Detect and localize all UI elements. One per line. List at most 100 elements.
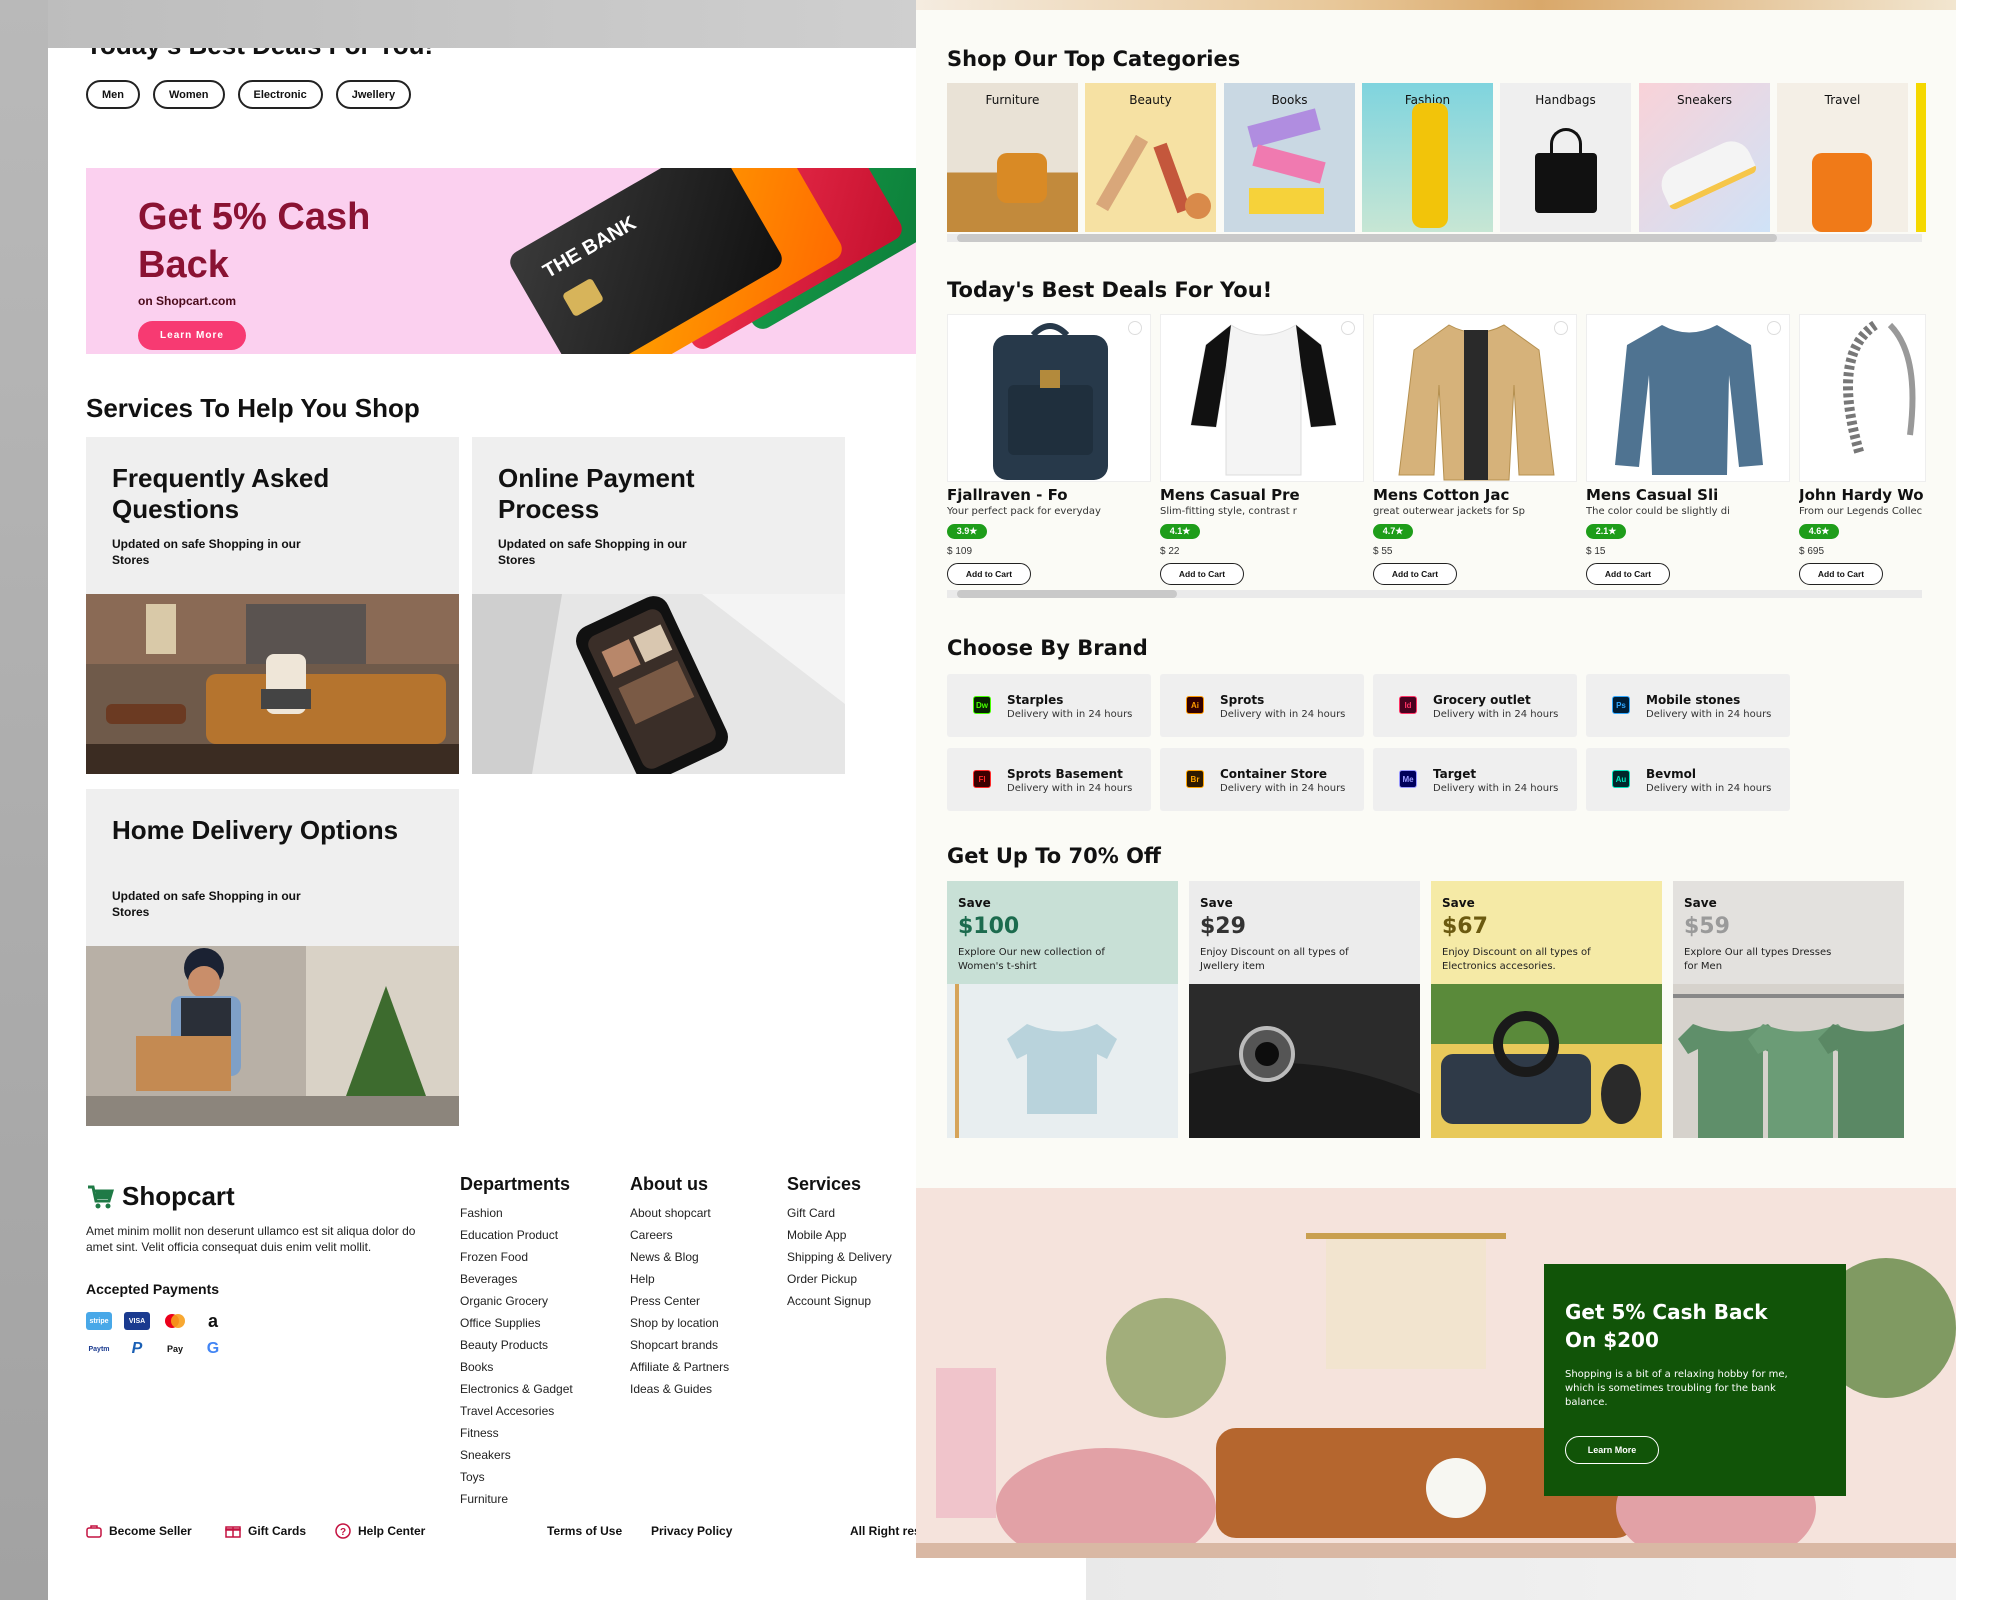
brand-card[interactable]: Au Bevmol Delivery with in 24 hours: [1586, 748, 1790, 811]
category-fashion[interactable]: Fashion: [1362, 83, 1493, 232]
department-link[interactable]: Office Supplies: [460, 1312, 573, 1334]
makeup-image: [1095, 134, 1149, 212]
categories-scrollbar[interactable]: [947, 234, 1922, 242]
chip-electronic[interactable]: Electronic: [237, 80, 323, 109]
product-image-jacket[interactable]: [1373, 314, 1577, 482]
department-link[interactable]: Electronics & Gadget: [460, 1378, 573, 1400]
wishlist-heart-icon[interactable]: [1128, 321, 1142, 335]
visa-icon: VISA: [124, 1312, 150, 1330]
product-name[interactable]: John Hardy Wo: [1799, 486, 1926, 504]
department-link[interactable]: Fitness: [460, 1422, 573, 1444]
category-travel[interactable]: Travel: [1777, 83, 1908, 232]
offer-card[interactable]: Save $59 Explore Our all types Dresses f…: [1673, 881, 1904, 1138]
about-link[interactable]: About shopcart: [630, 1202, 729, 1224]
about-link[interactable]: Shop by location: [630, 1312, 729, 1334]
filter-chips: Men Women Electronic Jwellery: [86, 80, 412, 109]
privacy-link[interactable]: Privacy Policy: [651, 1524, 732, 1538]
brand-card[interactable]: Fl Sprots Basement Delivery with in 24 hou…: [947, 748, 1151, 811]
add-to-cart-button[interactable]: Add to Cart: [1799, 563, 1883, 585]
help-center-link[interactable]: ? Help Center: [335, 1523, 425, 1539]
wishlist-heart-icon[interactable]: [1341, 321, 1355, 335]
footer-logo-text: Shopcart: [122, 1181, 235, 1211]
department-link[interactable]: Frozen Food: [460, 1246, 573, 1268]
add-to-cart-button[interactable]: Add to Cart: [1160, 563, 1244, 585]
product-desc: great outerwear jackets for Sp: [1373, 506, 1525, 517]
add-to-cart-button[interactable]: Add to Cart: [1586, 563, 1670, 585]
department-link[interactable]: Education Product: [460, 1224, 573, 1246]
department-link[interactable]: Beverages: [460, 1268, 573, 1290]
promo-text: Shopping is a bit of a relaxing hobby fo…: [1565, 1369, 1788, 1408]
product-image-bracelet[interactable]: [1799, 314, 1926, 482]
department-link[interactable]: Toys: [460, 1466, 573, 1488]
about-link[interactable]: Shopcart brands: [630, 1334, 729, 1356]
service-link[interactable]: Account Signup: [787, 1290, 892, 1312]
promo-learn-more-button[interactable]: Learn More: [1565, 1436, 1659, 1464]
category-furniture[interactable]: Furniture: [947, 83, 1078, 232]
offer-amount: $59: [1684, 914, 1730, 939]
brand-card[interactable]: Br Container Store Delivery with in 24 hou…: [1160, 748, 1364, 811]
service-link[interactable]: Mobile App: [787, 1224, 892, 1246]
offer-card[interactable]: Save $29 Enjoy Discount on all types of …: [1189, 881, 1420, 1138]
category-handbags[interactable]: Handbags: [1500, 83, 1631, 232]
product-name[interactable]: Fjallraven - Fo: [947, 486, 1147, 504]
scrollbar-thumb[interactable]: [957, 234, 1777, 242]
about-link[interactable]: Careers: [630, 1224, 729, 1246]
about-link[interactable]: Help: [630, 1268, 729, 1290]
product-image-longsleeve[interactable]: [1586, 314, 1790, 482]
department-link[interactable]: Furniture: [460, 1488, 573, 1510]
about-link[interactable]: News & Blog: [630, 1246, 729, 1268]
department-link[interactable]: Beauty Products: [460, 1334, 573, 1356]
brand-card[interactable]: Ps Mobile stones Delivery with in 24 hours: [1586, 674, 1790, 737]
cart-icon: [86, 1184, 114, 1210]
wishlist-heart-icon[interactable]: [1554, 321, 1568, 335]
gift-cards-link[interactable]: Gift Cards: [225, 1524, 306, 1538]
category-next-tile[interactable]: [1916, 83, 1926, 232]
product-name[interactable]: Mens Casual Sli: [1586, 486, 1786, 504]
wishlist-heart-icon[interactable]: [1767, 321, 1781, 335]
brand-card[interactable]: Me Target Delivery with in 24 hours: [1373, 748, 1577, 811]
offer-card[interactable]: Save $67 Enjoy Discount on all types of …: [1431, 881, 1662, 1138]
service-link[interactable]: Order Pickup: [787, 1268, 892, 1290]
brand-logo-icon: Id: [1399, 696, 1417, 714]
category-sneakers[interactable]: Sneakers: [1639, 83, 1770, 232]
about-link[interactable]: Ideas & Guides: [630, 1378, 729, 1400]
category-beauty[interactable]: Beauty: [1085, 83, 1216, 232]
service-card-delivery[interactable]: Home Delivery Options Updated on safe Sh…: [86, 789, 459, 1126]
service-card-payment[interactable]: Online Payment Process Updated on safe S…: [472, 437, 845, 774]
service-link[interactable]: Shipping & Delivery: [787, 1246, 892, 1268]
brand-card[interactable]: Id Grocery outlet Delivery with in 24 hour…: [1373, 674, 1577, 737]
suitcase-image: [1812, 153, 1872, 232]
product-name[interactable]: Mens Cotton Jac: [1373, 486, 1573, 504]
offer-amount: $67: [1442, 914, 1488, 939]
chip-women[interactable]: Women: [153, 80, 225, 109]
chip-men[interactable]: Men: [86, 80, 140, 109]
about-link[interactable]: Affiliate & Partners: [630, 1356, 729, 1378]
learn-more-button[interactable]: Learn More: [138, 321, 246, 350]
scrollbar-thumb[interactable]: [957, 590, 1177, 598]
department-link[interactable]: Fashion: [460, 1202, 573, 1224]
product-image-backpack[interactable]: [947, 314, 1151, 482]
department-link[interactable]: Sneakers: [460, 1444, 573, 1466]
brand-delivery-text: Delivery with in 24 hours: [1646, 709, 1772, 720]
service-card-faq[interactable]: Frequently Asked Questions Updated on sa…: [86, 437, 459, 774]
department-link[interactable]: Books: [460, 1356, 573, 1378]
department-link[interactable]: Travel Accesories: [460, 1400, 573, 1422]
terms-link[interactable]: Terms of Use: [547, 1524, 622, 1538]
category-books[interactable]: Books: [1224, 83, 1355, 232]
add-to-cart-button[interactable]: Add to Cart: [947, 563, 1031, 585]
service-link[interactable]: Gift Card: [787, 1202, 892, 1224]
add-to-cart-button[interactable]: Add to Cart: [1373, 563, 1457, 585]
offer-card[interactable]: Save $100 Explore Our new collection of …: [947, 881, 1178, 1138]
chip-jwellery[interactable]: Jwellery: [335, 80, 412, 109]
brand-card[interactable]: Ai Sprots Delivery with in 24 hours: [1160, 674, 1364, 737]
brand-card[interactable]: Dw Starples Delivery with in 24 hours: [947, 674, 1151, 737]
become-seller-link[interactable]: Become Seller: [86, 1524, 192, 1538]
footer-departments: Departments Fashion Education Product Froz…: [460, 1174, 573, 1510]
product-name[interactable]: Mens Casual Pre: [1160, 486, 1360, 504]
footer-logo[interactable]: Shopcart: [86, 1181, 235, 1212]
deals-scrollbar[interactable]: [947, 590, 1922, 598]
product-image-tshirt[interactable]: [1160, 314, 1364, 482]
category-label: Sneakers: [1676, 93, 1733, 107]
about-link[interactable]: Press Center: [630, 1290, 729, 1312]
department-link[interactable]: Organic Grocery: [460, 1290, 573, 1312]
